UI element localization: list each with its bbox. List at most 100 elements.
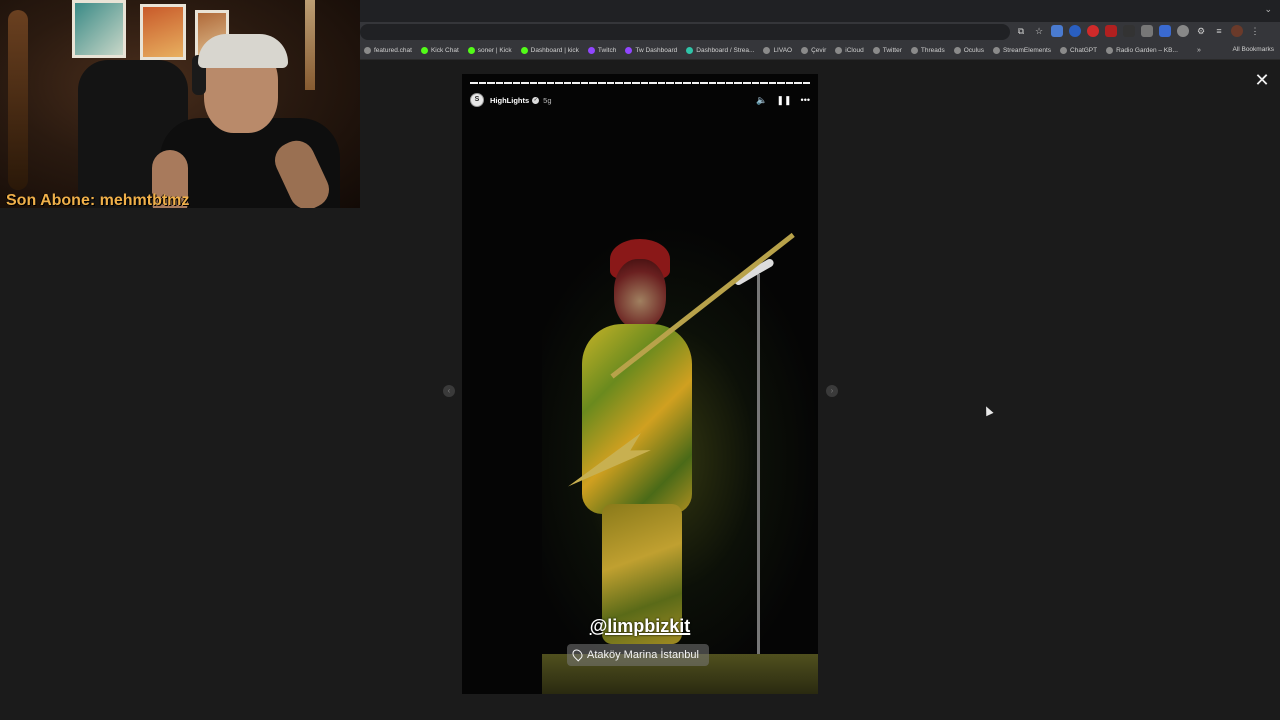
story-viewer[interactable]: S HighLights ✓ 5g 🔈 ❚❚ ••• @limpbizkit A…: [462, 74, 818, 694]
bookmark-label: Çevir: [811, 47, 827, 54]
progress-segment: [623, 82, 632, 84]
progress-segment: [563, 82, 572, 84]
progress-segment: [725, 82, 734, 84]
bookmark-favicon-icon: [364, 47, 371, 54]
extension-icon[interactable]: [1177, 25, 1189, 37]
browser-toolbar: ⧉ ☆ ⚙ ≡ ⋮: [360, 22, 1280, 42]
progress-segment: [572, 82, 580, 84]
tab-search-icon[interactable]: ⌄: [1264, 4, 1272, 15]
bookmark-label: Twitter: [882, 47, 902, 54]
bookmark-label: iCloud: [845, 47, 864, 54]
progress-segment: [512, 82, 521, 84]
progress-segment: [470, 82, 478, 84]
bookmark-item[interactable]: LIVAO: [763, 47, 792, 54]
bookmark-favicon-icon: [587, 47, 595, 54]
next-story-icon[interactable]: ›: [826, 385, 838, 397]
bookmark-item[interactable]: Radio Garden – KB...: [1106, 47, 1178, 54]
wall-picture: [140, 4, 186, 60]
media-controls-icon[interactable]: ≡: [1213, 25, 1225, 37]
all-bookmarks-button[interactable]: All Bookmarks: [1232, 46, 1274, 53]
extension-icon[interactable]: [1159, 25, 1171, 37]
bookmark-favicon-icon: [467, 47, 475, 54]
progress-segment: [504, 82, 512, 84]
bookmark-favicon-icon: [910, 47, 918, 54]
menu-dots-icon[interactable]: ⋮: [1249, 25, 1261, 37]
account-avatar[interactable]: S: [470, 93, 484, 107]
story-timestamp: 5g: [543, 95, 552, 105]
toolbar-icons: ⧉ ☆ ⚙ ≡ ⋮: [1015, 25, 1261, 37]
location-label: Ataköy Marina İstanbul: [587, 649, 699, 661]
bookmark-item[interactable]: Twitter: [872, 47, 902, 54]
extension-icon[interactable]: [1105, 25, 1117, 37]
previous-story-icon[interactable]: ‹: [443, 385, 455, 397]
extension-icon[interactable]: [1087, 25, 1099, 37]
address-bar[interactable]: [360, 24, 1010, 40]
streamer-cap: [198, 34, 288, 68]
more-options-icon[interactable]: •••: [801, 95, 810, 106]
bookmark-favicon-icon: [1106, 47, 1114, 54]
progress-segment: [580, 82, 589, 84]
bookmark-item[interactable]: Dashboard / Strea...: [686, 47, 754, 54]
progress-segment: [708, 82, 717, 84]
location-sticker[interactable]: Ataköy Marina İstanbul: [567, 644, 709, 666]
bookmark-item[interactable]: featured.chat: [364, 47, 412, 54]
bookmark-item[interactable]: Threads: [910, 47, 945, 54]
extensions-puzzle-icon[interactable]: ⚙: [1195, 25, 1207, 37]
verified-badge-icon: ✓: [532, 96, 540, 104]
bookmark-label: Dashboard | kick: [530, 47, 579, 54]
bookmark-item[interactable]: soner | Kick: [467, 47, 512, 54]
bookmark-favicon-icon: [801, 47, 809, 54]
bookmark-item[interactable]: Kick Chat: [420, 47, 459, 54]
bookmark-star-icon[interactable]: ☆: [1033, 25, 1045, 37]
extension-icon[interactable]: [1069, 25, 1081, 37]
bookmarks-overflow-icon[interactable]: »: [1197, 47, 1201, 54]
progress-segment: [615, 82, 623, 84]
bookmark-item[interactable]: Dashboard | kick: [520, 47, 579, 54]
mention-sticker[interactable]: @limpbizkit: [462, 616, 818, 637]
bookmark-label: Radio Garden – KB...: [1116, 47, 1178, 54]
mic-stand: [757, 274, 760, 654]
pause-icon[interactable]: ❚❚: [776, 95, 791, 106]
mouse-cursor-icon: [982, 404, 994, 417]
bookmark-item[interactable]: ChatGPT: [1060, 47, 1097, 54]
progress-segment: [555, 82, 563, 84]
bookmark-label: Kick Chat: [430, 47, 459, 54]
profile-avatar-icon[interactable]: [1231, 25, 1243, 37]
extension-icon[interactable]: [1141, 25, 1153, 37]
extension-icon[interactable]: [1051, 25, 1063, 37]
extension-icon[interactable]: [1123, 25, 1135, 37]
progress-segment: [785, 82, 794, 84]
bookmark-favicon-icon: [520, 47, 528, 54]
bookmark-label: LIVAO: [773, 47, 793, 54]
progress-segment: [640, 82, 649, 84]
progress-segment: [632, 82, 640, 84]
bookmark-item[interactable]: Oculus: [953, 47, 984, 54]
wall-guitar: [8, 10, 28, 190]
bookmark-favicon-icon: [420, 47, 428, 54]
progress-segment: [666, 82, 674, 84]
bookmark-item[interactable]: Twitch: [587, 47, 616, 54]
bookmark-item[interactable]: Tw Dashboard: [625, 47, 677, 54]
progress-segment: [717, 82, 725, 84]
progress-segment: [597, 82, 606, 84]
progress-segment: [538, 82, 546, 84]
bookmark-item[interactable]: Çevir: [801, 47, 826, 54]
bookmark-item[interactable]: iCloud: [835, 47, 864, 54]
wall-picture: [72, 0, 126, 58]
install-app-icon[interactable]: ⧉: [1015, 25, 1027, 37]
bookmark-label: featured.chat: [374, 47, 412, 54]
progress-segment: [743, 82, 751, 84]
progress-segment: [546, 82, 555, 84]
mute-icon[interactable]: 🔈: [756, 95, 767, 106]
bookmark-label: ChatGPT: [1070, 47, 1098, 54]
bookmark-favicon-icon: [625, 47, 633, 54]
progress-segment: [683, 82, 691, 84]
bookmark-label: Dashboard / Strea...: [696, 47, 755, 54]
progress-segment: [521, 82, 529, 84]
bookmark-favicon-icon: [763, 47, 771, 54]
location-pin-icon: [570, 647, 585, 662]
bookmark-item[interactable]: StreamElements: [992, 47, 1051, 54]
close-icon[interactable]: ✕: [1252, 70, 1272, 90]
progress-segment: [734, 82, 742, 84]
account-username[interactable]: HighLights: [490, 96, 529, 105]
